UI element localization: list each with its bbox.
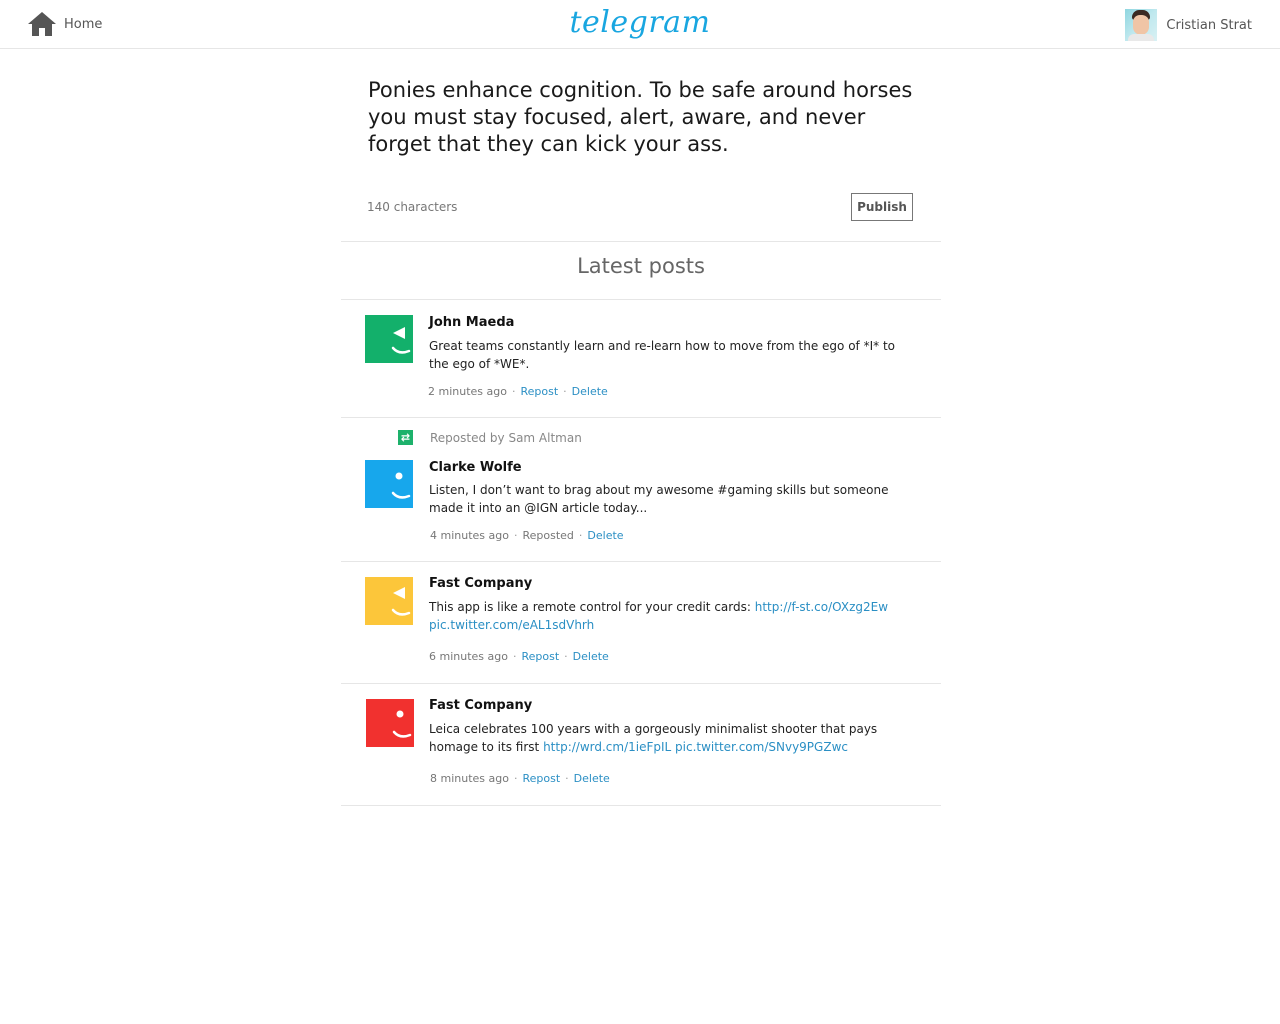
post-link[interactable]: http://f-st.co/OXzg2Ew <box>755 600 888 614</box>
post-timestamp: 4 minutes ago <box>430 529 509 542</box>
compose-box: Ponies enhance cognition. To be safe aro… <box>341 49 941 242</box>
delete-link[interactable]: Delete <box>572 385 608 398</box>
post-timestamp: 2 minutes ago <box>428 385 507 398</box>
reposted-by-label: Reposted by Sam Altman <box>430 430 582 445</box>
post-author[interactable]: John Maeda <box>429 315 514 330</box>
repost-link[interactable]: Repost <box>521 650 559 663</box>
user-name[interactable]: Cristian Strat <box>1166 18 1252 33</box>
post-author[interactable]: Fast Company <box>429 698 532 713</box>
post-image-link[interactable]: pic.twitter.com/eAL1sdVhrh <box>429 618 594 632</box>
post-avatar-fast-company[interactable] <box>366 699 414 747</box>
telegram-logo[interactable]: telegram <box>0 4 1280 42</box>
post-text: This app is like a remote control for yo… <box>429 598 909 634</box>
repost-link[interactable]: Repost <box>522 772 560 785</box>
post-link[interactable]: http://wrd.cm/1ieFpIL <box>543 740 671 754</box>
repost-link[interactable]: Repost <box>520 385 558 398</box>
post-item: Fast Company Leica celebrates 100 years … <box>341 684 941 806</box>
post-text: Listen, I don’t want to brag about my aw… <box>429 483 889 515</box>
post-meta: 2 minutes ago · Repost · Delete <box>428 385 608 398</box>
reposted-by: ⇄ Reposted by Sam Altman <box>398 430 582 445</box>
reposted-status: Reposted <box>522 529 574 542</box>
post-item: ⇄ Reposted by Sam Altman Clarke Wolfe Li… <box>341 418 941 562</box>
post-timestamp: 6 minutes ago <box>429 650 508 663</box>
post-text: Leica celebrates 100 years with a gorgeo… <box>429 720 909 756</box>
post-avatar-fast-company[interactable] <box>365 577 413 625</box>
post-text-content: This app is like a remote control for yo… <box>429 600 751 614</box>
post-author[interactable]: Clarke Wolfe <box>429 460 522 475</box>
post-timestamp: 8 minutes ago <box>430 772 509 785</box>
post-meta: 6 minutes ago · Repost · Delete <box>429 650 609 663</box>
delete-link[interactable]: Delete <box>574 772 610 785</box>
post-avatar-clarke-wolfe[interactable] <box>365 460 413 508</box>
delete-link[interactable]: Delete <box>587 529 623 542</box>
post-item: Fast Company This app is like a remote c… <box>341 562 941 684</box>
compose-input[interactable]: Ponies enhance cognition. To be safe aro… <box>368 77 928 158</box>
post-meta: 8 minutes ago · Repost · Delete <box>430 772 610 785</box>
publish-button[interactable]: Publish <box>851 193 913 221</box>
repost-icon: ⇄ <box>398 430 413 445</box>
top-bar: Home telegram Cristian Strat <box>0 0 1280 49</box>
avatar[interactable] <box>1125 9 1158 41</box>
post-item: John Maeda Great teams constantly learn … <box>341 300 941 418</box>
post-image-link[interactable]: pic.twitter.com/SNvy9PGZwc <box>675 740 848 754</box>
post-avatar-john-maeda[interactable] <box>365 315 413 363</box>
delete-link[interactable]: Delete <box>573 650 609 663</box>
user-menu[interactable]: Cristian Strat <box>1125 9 1252 41</box>
post-author[interactable]: Fast Company <box>429 576 532 591</box>
post-text: Great teams constantly learn and re-lear… <box>429 339 895 371</box>
character-count: 140 characters <box>367 200 458 214</box>
latest-posts-heading: Latest posts <box>341 241 941 300</box>
post-meta: 4 minutes ago · Reposted · Delete <box>430 529 624 542</box>
